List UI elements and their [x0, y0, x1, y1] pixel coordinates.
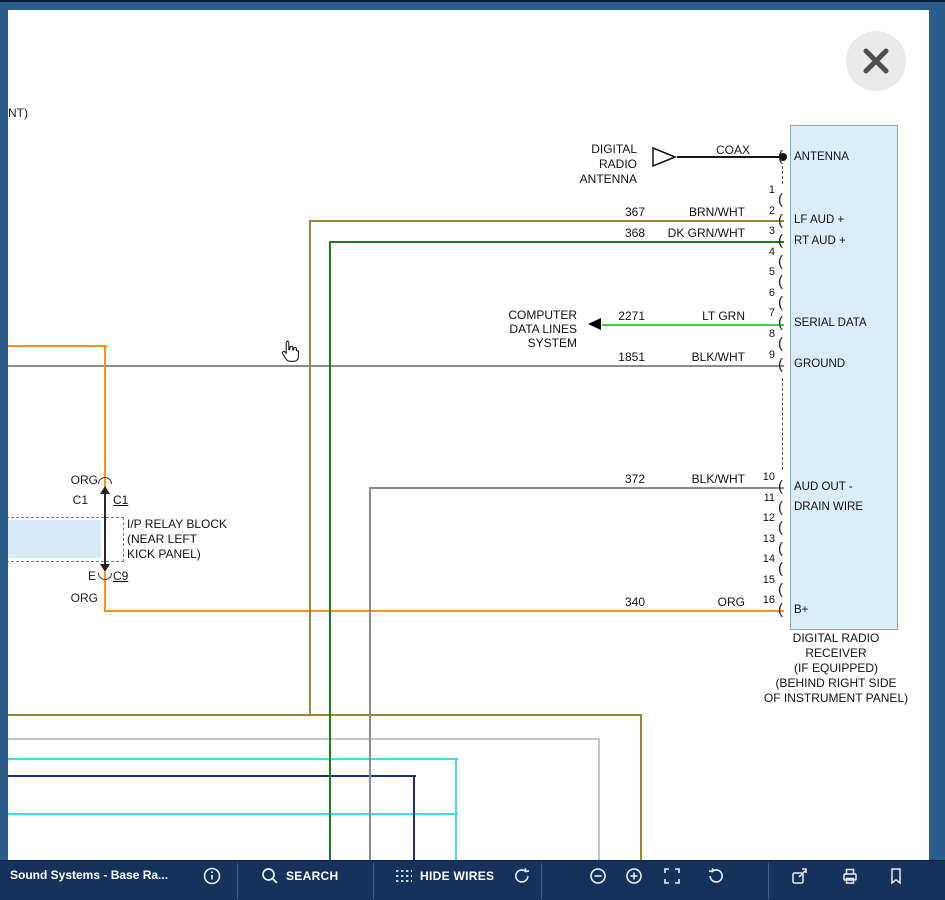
- hide-wires-icon: [394, 866, 414, 886]
- pin-number-4: 4: [735, 246, 775, 258]
- print-icon: [840, 866, 860, 886]
- toolbar-divider: [541, 863, 542, 899]
- hand-cursor-icon: [279, 339, 301, 363]
- diagram-canvas[interactable]: NT) ORG C1 C1 E C9 ORG I/P RELAY BLOCK (…: [8, 10, 929, 862]
- pin-label-serial-data: SERIAL DATA: [794, 317, 867, 329]
- pin-socket-antenna: (: [778, 149, 783, 166]
- caption-line: (IF EQUIPPED): [726, 661, 929, 676]
- pin-number-2: 2: [735, 205, 775, 217]
- pin-socket-2: (: [778, 213, 783, 230]
- caption-line: DIGITAL RADIO: [726, 631, 929, 646]
- pin-socket-10: (: [778, 479, 783, 496]
- pin-number-6: 6: [735, 287, 775, 299]
- caption-line: RECEIVER: [726, 646, 929, 661]
- zoom-out-icon: [588, 866, 608, 886]
- pin-number-3: 3: [735, 225, 775, 237]
- pin-number-5: 5: [735, 266, 775, 278]
- pin-label-b-plus: B+: [794, 604, 808, 616]
- pin-socket-8: (: [778, 336, 783, 353]
- hide-wires-button-label: HIDE WIRES: [420, 869, 494, 883]
- pin-socket-7: (: [778, 315, 783, 332]
- reset-icon: [512, 866, 532, 886]
- receiver-caption: DIGITAL RADIO RECEIVER (IF EQUIPPED) (BE…: [726, 631, 929, 706]
- hide-wires-button[interactable]: HIDE WIRES: [394, 866, 494, 886]
- zoom-in-button[interactable]: [624, 866, 644, 886]
- print-button[interactable]: [840, 866, 860, 886]
- pin-number-10: 10: [735, 471, 775, 483]
- pin-number-9: 9: [735, 349, 775, 361]
- pin-label-drain-wire: DRAIN WIRE: [794, 501, 863, 513]
- toolbar-divider: [768, 863, 769, 899]
- pin-number-11: 11: [735, 492, 775, 504]
- pin-socket-16: (: [778, 602, 783, 619]
- rotate-button[interactable]: [706, 866, 726, 886]
- pin-socket-1: (: [778, 192, 783, 209]
- pin-label-rt-aud: RT AUD +: [794, 235, 846, 247]
- pin-socket-9: (: [778, 357, 783, 374]
- search-button-label: SEARCH: [286, 869, 338, 883]
- search-icon: [260, 866, 280, 886]
- pin-number-12: 12: [735, 512, 775, 524]
- pin-socket-11: (: [778, 500, 783, 517]
- fit-to-screen-button[interactable]: [662, 866, 682, 886]
- pin-number-13: 13: [735, 533, 775, 545]
- diagram-title: Sound Systems - Base Ra...: [10, 868, 168, 882]
- pin-number-8: 8: [735, 328, 775, 340]
- pin-label-ground: GROUND: [794, 358, 845, 370]
- search-button[interactable]: SEARCH: [260, 866, 338, 886]
- fit-screen-icon: [662, 866, 682, 886]
- bookmark-icon: [886, 866, 906, 886]
- pin-number-14: 14: [735, 553, 775, 565]
- export-icon: [790, 866, 810, 886]
- pin-socket-3: (: [778, 233, 783, 250]
- toolbar-divider: [237, 863, 238, 899]
- close-button[interactable]: [846, 31, 906, 91]
- zoom-out-button[interactable]: [588, 866, 608, 886]
- caption-line: (BEHIND RIGHT SIDE: [726, 676, 929, 691]
- close-icon: [846, 31, 906, 91]
- pin-socket-12: (: [778, 520, 783, 537]
- bottom-toolbar: Sound Systems - Base Ra... SEARCH HIDE W…: [0, 860, 945, 900]
- bookmark-button[interactable]: [886, 866, 906, 886]
- pin-socket-13: (: [778, 541, 783, 558]
- toolbar-divider: [373, 863, 374, 899]
- pin-socket-5: (: [778, 274, 783, 291]
- pin-socket-4: (: [778, 254, 783, 271]
- caption-line: OF INSTRUMENT PANEL): [726, 691, 929, 706]
- pin-label-lf-aud: LF AUD +: [794, 214, 844, 226]
- export-button[interactable]: [790, 866, 810, 886]
- pin-number-1: 1: [735, 184, 775, 196]
- pin-socket-6: (: [778, 295, 783, 312]
- receiver-pins: 1(2(3(4(5(6(7(8(9(10(11(12(13(14(15(16((: [8, 10, 929, 862]
- pin-socket-15: (: [778, 582, 783, 599]
- pin-number-15: 15: [735, 574, 775, 586]
- pin-socket-14: (: [778, 561, 783, 578]
- pin-number-7: 7: [735, 307, 775, 319]
- rotate-icon: [706, 866, 726, 886]
- pin-label-antenna: ANTENNA: [794, 151, 849, 163]
- info-icon: [202, 866, 222, 886]
- info-button[interactable]: [202, 866, 222, 886]
- reset-view-button[interactable]: [512, 866, 532, 886]
- zoom-in-icon: [624, 866, 644, 886]
- pin-number-16: 16: [735, 594, 775, 606]
- pin-label-aud-out: AUD OUT -: [794, 481, 853, 493]
